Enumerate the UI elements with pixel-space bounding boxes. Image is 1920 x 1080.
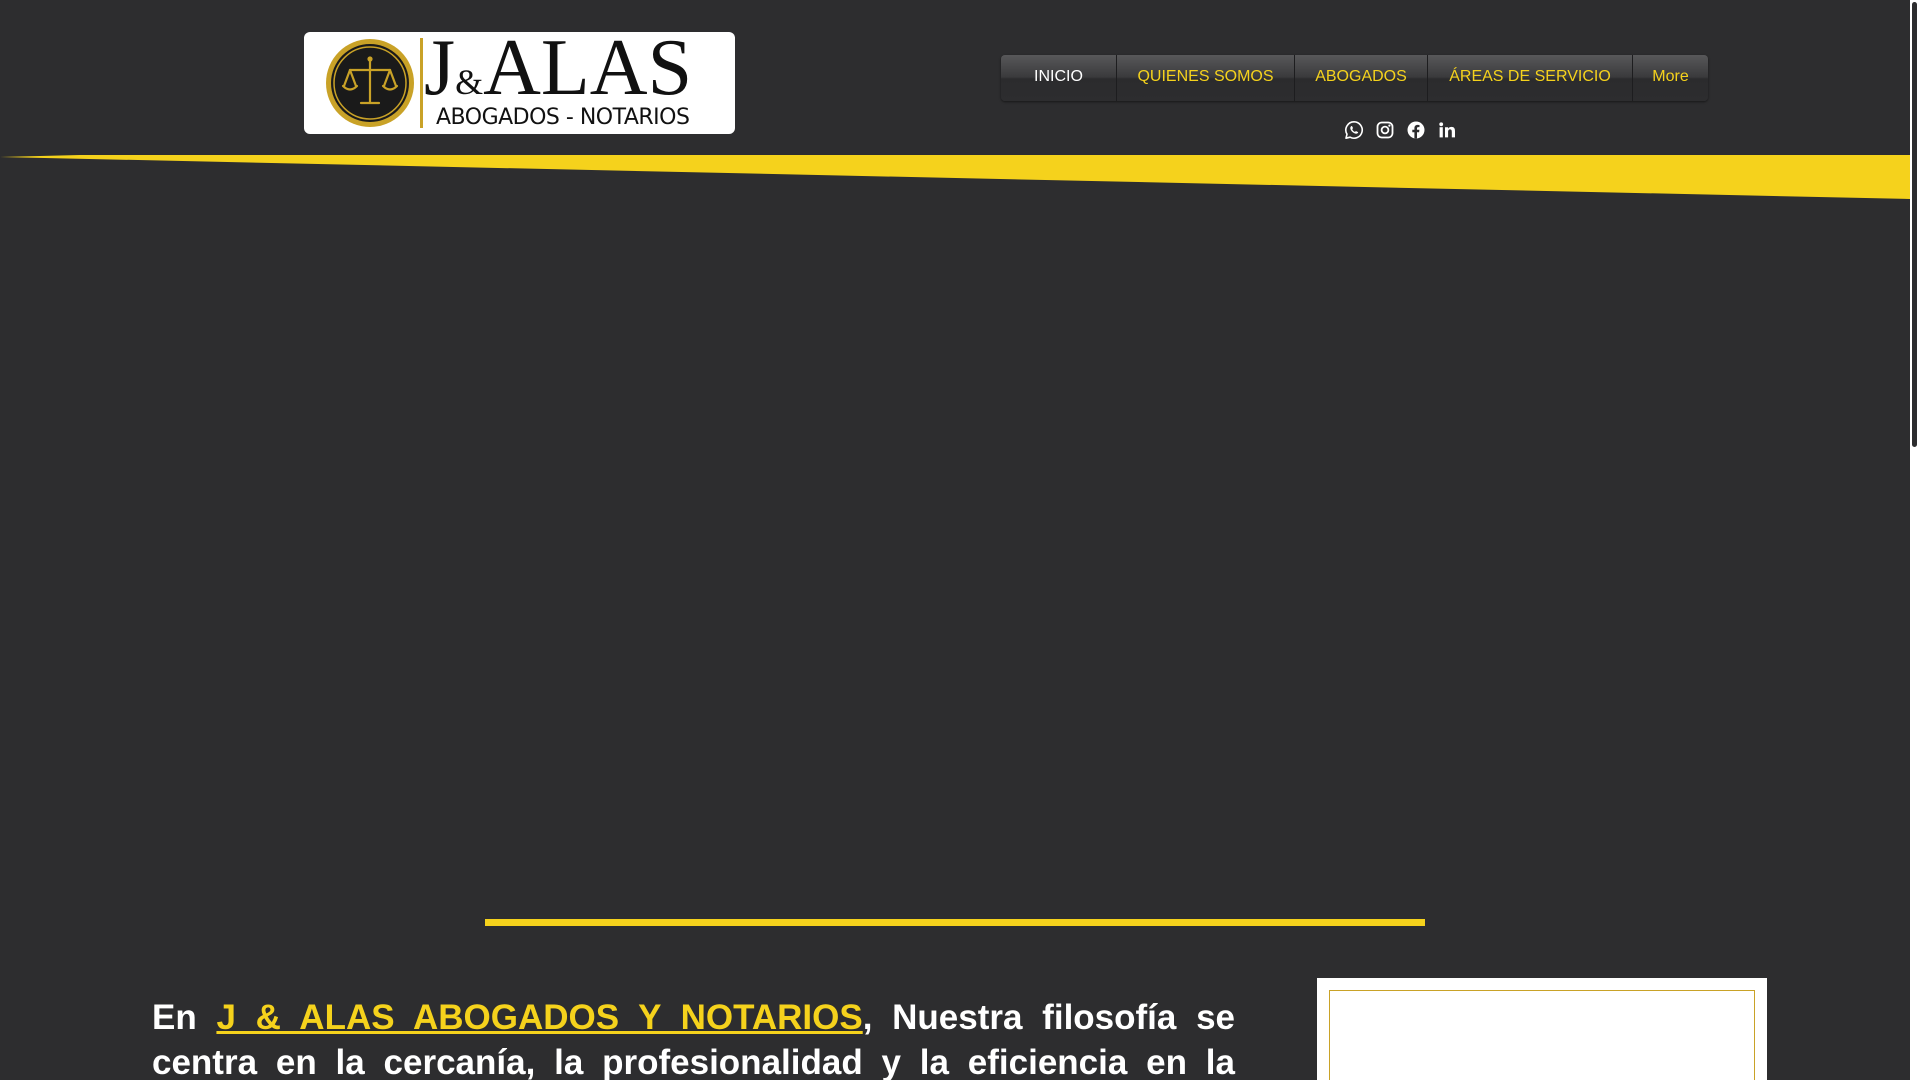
facebook-icon[interactable] xyxy=(1406,120,1426,140)
nav-item-inicio[interactable]: INICIO xyxy=(1001,55,1116,101)
scales-of-justice-icon xyxy=(326,39,414,127)
scrollbar[interactable] xyxy=(1910,0,1920,1080)
social-bar xyxy=(1344,120,1457,140)
linkedin-icon[interactable] xyxy=(1437,120,1457,140)
banner-accent-stripe xyxy=(0,155,1910,199)
company-logo[interactable]: J&ALAS ABOGADOS - NOTARIOS xyxy=(304,32,735,134)
nav-item-abogados[interactable]: ABOGADOS xyxy=(1294,55,1427,101)
side-card xyxy=(1317,978,1767,1080)
nav-item-areas-de-servicio[interactable]: ÁREAS DE SERVICIO xyxy=(1427,55,1632,101)
divider-line xyxy=(485,919,1425,926)
page: J&ALAS ABOGADOS - NOTARIOS INICIO QUIENE… xyxy=(0,0,1920,1080)
logo-divider xyxy=(420,38,423,128)
company-name-link[interactable]: J & ALAS ABOGADOS Y NOTARIOS xyxy=(216,998,862,1037)
logo-subtitle: ABOGADOS - NOTARIOS xyxy=(436,105,690,130)
nav-item-more[interactable]: More xyxy=(1632,55,1708,101)
intro-prefix: En xyxy=(152,998,217,1037)
logo-ampersand: & xyxy=(455,62,484,102)
logo-alas: ALAS xyxy=(483,32,693,112)
main-nav: INICIO QUIENES SOMOS ABOGADOS ÁREAS DE S… xyxy=(1001,55,1708,101)
scrollbar-thumb[interactable] xyxy=(1912,2,1917,447)
instagram-icon[interactable] xyxy=(1375,120,1395,140)
side-card-frame xyxy=(1329,990,1755,1080)
intro-paragraph: En J & ALAS ABOGADOS Y NOTARIOS, Nuestra… xyxy=(152,995,1235,1080)
logo-wordmark: J&ALAS xyxy=(424,32,724,108)
whatsapp-icon[interactable] xyxy=(1344,120,1364,140)
logo-j: J xyxy=(424,32,456,112)
nav-item-quienes-somos[interactable]: QUIENES SOMOS xyxy=(1116,55,1294,101)
